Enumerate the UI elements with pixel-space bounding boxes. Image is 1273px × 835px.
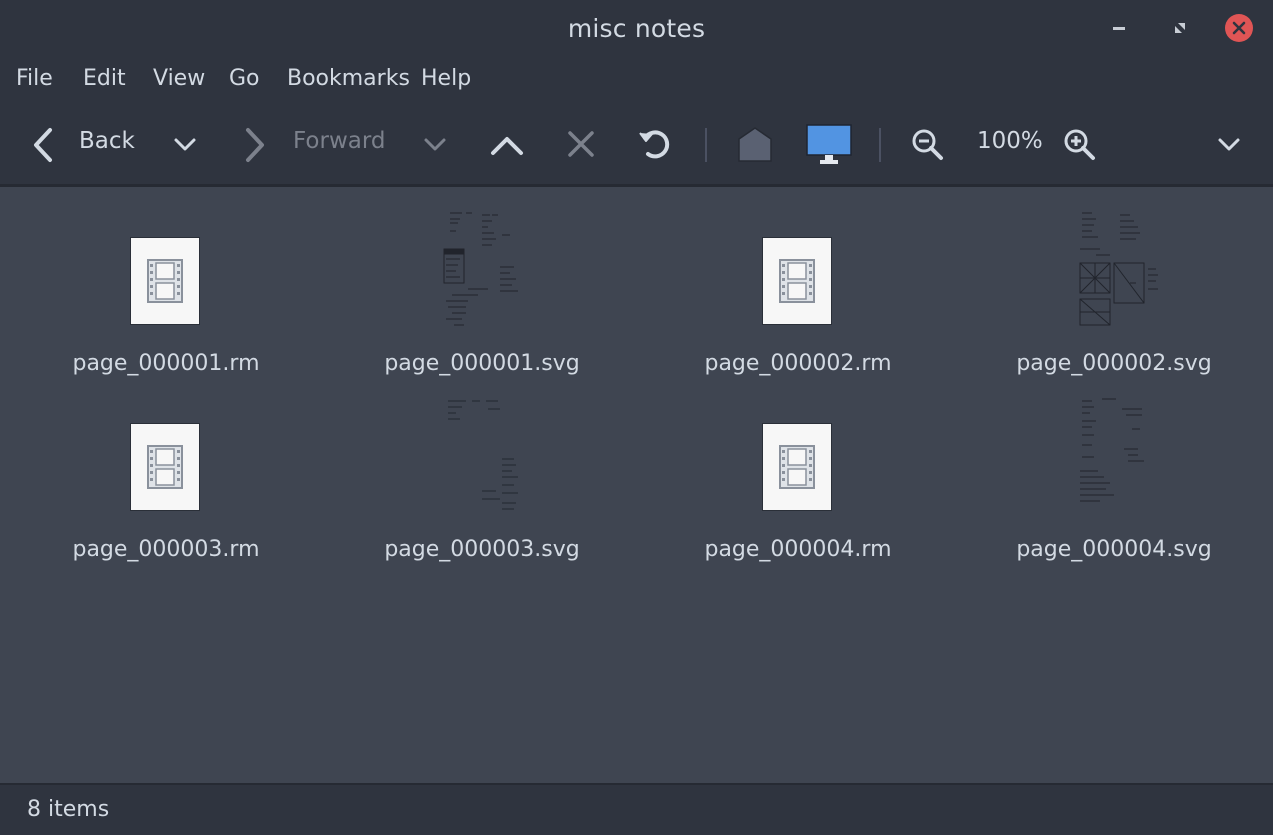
file-item[interactable]: page_000003.svg <box>372 387 592 562</box>
menu-help[interactable]: Help <box>421 66 471 91</box>
svg-thumbnail-icon <box>1076 395 1160 521</box>
zoom-out-icon <box>912 129 943 160</box>
svg-thumbnail-icon <box>442 395 526 521</box>
window-title: misc notes <box>567 14 706 43</box>
forward-label[interactable]: Forward <box>293 128 386 154</box>
file-name: page_000003.rm <box>72 537 260 562</box>
file-item[interactable]: page_000001.rm <box>56 201 276 376</box>
menu-go[interactable]: Go <box>229 66 260 91</box>
file-name: page_000003.svg <box>384 537 580 562</box>
toolbar: Back Forward 100% <box>0 104 1273 184</box>
zoom-out-button[interactable] <box>910 127 944 165</box>
file-item[interactable]: page_000002.rm <box>688 201 908 376</box>
menu-file[interactable]: File <box>16 66 53 91</box>
file-name: page_000004.rm <box>704 537 892 562</box>
chevron-up-icon <box>491 137 523 155</box>
zoom-level[interactable]: 100% <box>977 128 1043 154</box>
close-x-icon <box>568 131 594 157</box>
reload-icon <box>639 130 670 159</box>
forward-button[interactable] <box>240 126 270 168</box>
toolbar-separator <box>879 128 881 162</box>
status-bar: 8 items <box>0 783 1273 835</box>
zoom-in-button[interactable] <box>1062 127 1096 165</box>
file-item[interactable]: page_000001.svg <box>372 201 592 376</box>
toolbar-overflow-button[interactable] <box>1216 134 1242 160</box>
film-strip-icon <box>147 259 183 303</box>
maximize-icon <box>1175 23 1185 33</box>
menu-bookmarks[interactable]: Bookmarks <box>287 66 410 91</box>
home-button[interactable] <box>736 124 774 168</box>
file-name: page_000001.svg <box>384 351 580 376</box>
chevron-right-icon <box>246 128 264 162</box>
file-item[interactable]: page_000004.svg <box>1004 387 1224 562</box>
parent-folder-button[interactable] <box>489 130 525 164</box>
reload-button[interactable] <box>637 126 673 166</box>
close-button[interactable] <box>1225 14 1253 42</box>
film-strip-icon <box>147 445 183 489</box>
handwritten-notes-thumbnail <box>443 212 518 326</box>
zoom-in-icon <box>1064 129 1095 160</box>
video-file-icon <box>130 237 200 325</box>
handwritten-notes-thumbnail <box>1079 212 1158 326</box>
file-item[interactable]: page_000002.svg <box>1004 201 1224 376</box>
menu-bar: File Edit View Go Bookmarks Help <box>0 58 1273 104</box>
file-view[interactable]: page_000001.rm page_000001.svg page_0000… <box>0 187 1273 783</box>
film-strip-icon <box>779 445 815 489</box>
film-strip-icon <box>779 259 815 303</box>
menu-view[interactable]: View <box>153 66 205 91</box>
item-count: 8 items <box>27 797 110 822</box>
handwritten-notes-thumbnail <box>1080 398 1144 502</box>
video-file-icon <box>762 237 832 325</box>
file-name: page_000002.rm <box>704 351 892 376</box>
back-history-dropdown[interactable] <box>172 134 198 160</box>
file-item[interactable]: page_000004.rm <box>688 387 908 562</box>
svg-thumbnail-icon <box>1076 209 1160 335</box>
file-item[interactable]: page_000003.rm <box>56 387 276 562</box>
close-icon <box>1225 14 1253 42</box>
menu-edit[interactable]: Edit <box>83 66 126 91</box>
maximize-button[interactable] <box>1166 14 1194 42</box>
home-icon <box>738 127 772 162</box>
file-name: page_000004.svg <box>1016 537 1212 562</box>
forward-history-dropdown[interactable] <box>422 134 448 160</box>
computer-button[interactable] <box>806 124 852 170</box>
video-file-icon <box>130 423 200 511</box>
file-name: page_000001.rm <box>72 351 260 376</box>
file-name: page_000002.svg <box>1016 351 1212 376</box>
back-button[interactable] <box>28 126 58 168</box>
chevron-down-icon <box>424 138 446 151</box>
minimize-icon <box>1113 27 1125 30</box>
video-file-icon <box>762 423 832 511</box>
back-label[interactable]: Back <box>79 128 135 154</box>
chevron-left-icon <box>34 128 52 162</box>
toolbar-separator <box>705 128 707 162</box>
chevron-down-icon <box>174 138 196 151</box>
handwritten-notes-thumbnail <box>448 400 518 510</box>
svg-thumbnail-icon <box>442 209 526 335</box>
chevron-down-icon <box>1218 138 1240 151</box>
computer-icon <box>806 124 852 164</box>
minimize-button[interactable] <box>1105 14 1133 42</box>
title-bar: misc notes <box>0 0 1273 58</box>
stop-button[interactable] <box>565 128 597 164</box>
